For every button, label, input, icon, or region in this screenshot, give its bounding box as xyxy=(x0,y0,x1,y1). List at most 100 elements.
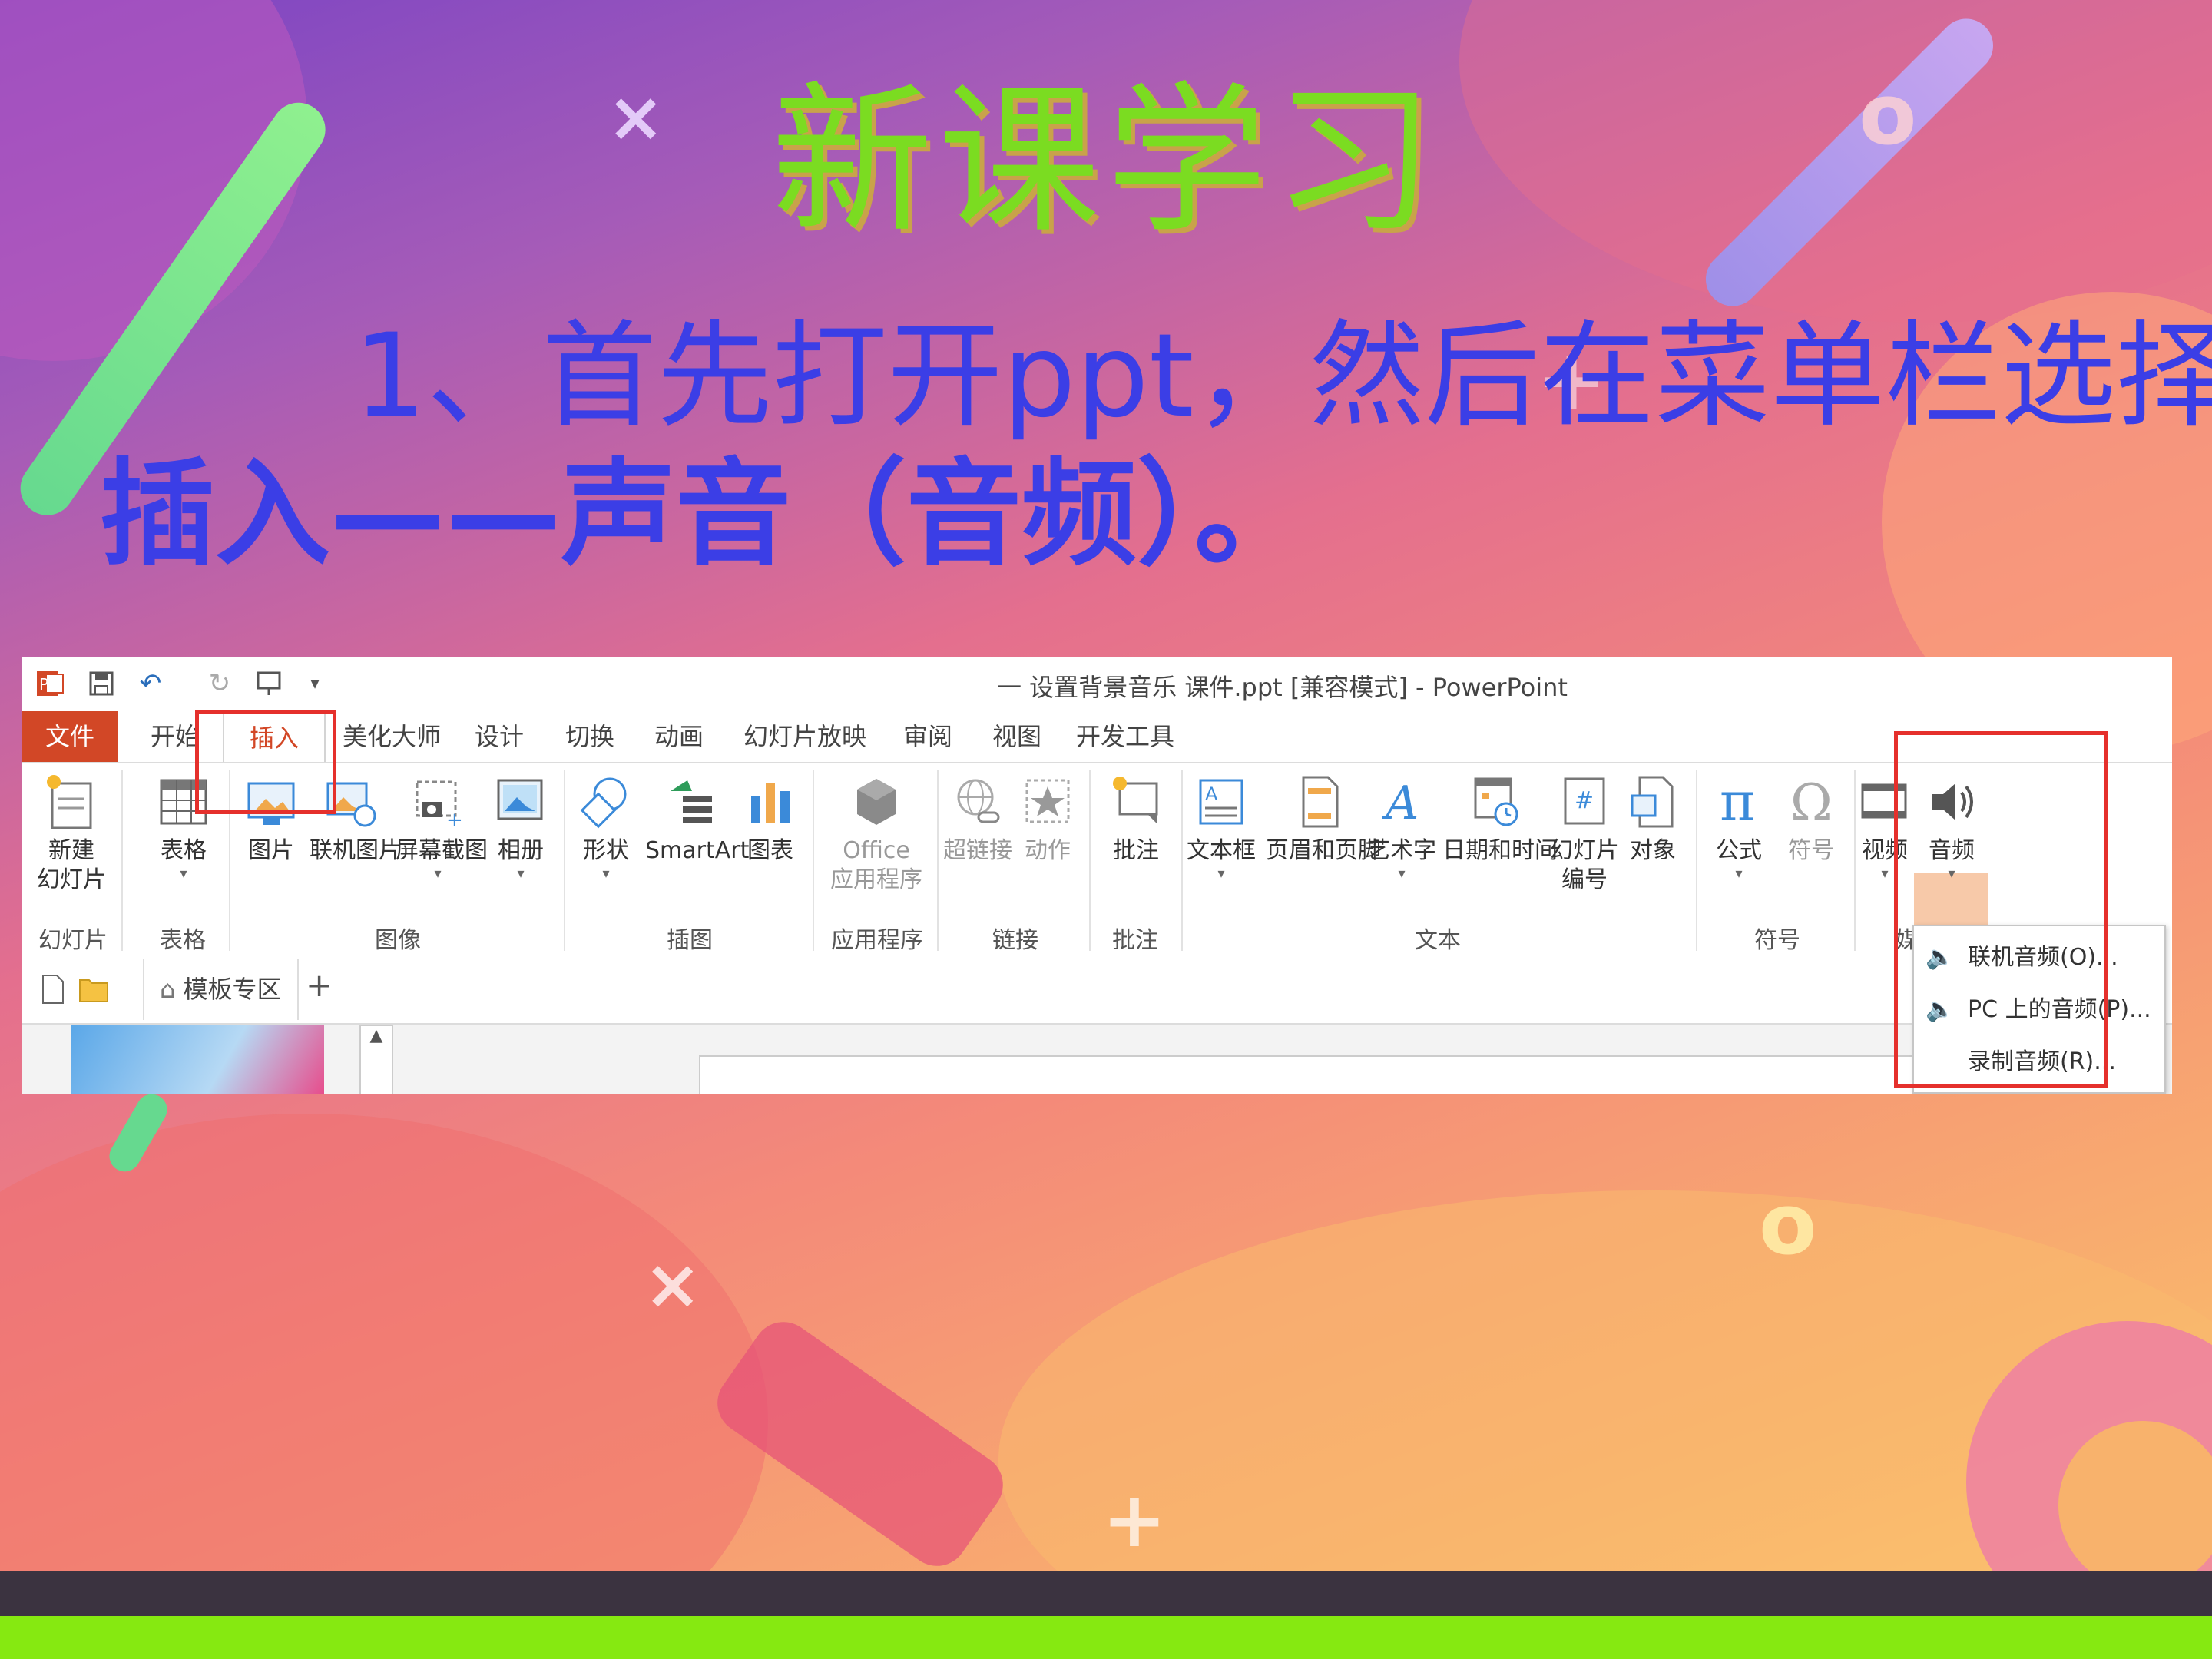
action-label: 动作 xyxy=(1025,837,1071,864)
tab-animations[interactable]: 动画 xyxy=(641,711,717,762)
open-folder-icon[interactable] xyxy=(78,974,109,1011)
hyperlink-button[interactable]: 超链接 xyxy=(937,773,1018,866)
comment-label: 批注 xyxy=(1113,837,1159,864)
textbox-icon: A xyxy=(1199,779,1243,825)
redo-icon[interactable]: ↻ xyxy=(203,667,237,700)
slide-thumbnail[interactable] xyxy=(71,1025,324,1094)
wordart-label: 艺术字 xyxy=(1367,837,1436,864)
tab-file[interactable]: 文件 xyxy=(22,711,118,762)
hyperlink-label: 超链接 xyxy=(943,837,1012,864)
decor-plus: + xyxy=(1102,1475,1167,1565)
datetime-button[interactable]: 日期和时间 xyxy=(1442,773,1558,866)
instruction-line-2: 插入——声音（音频）。 xyxy=(100,448,1310,581)
header-footer-button[interactable]: 页眉和页脚 xyxy=(1266,773,1381,866)
dropdown-caret-icon: ▾ xyxy=(180,866,187,882)
shapes-label: 形状 xyxy=(583,837,629,864)
online-picture-label: 联机图片 xyxy=(310,837,402,864)
smartart-label: SmartArt xyxy=(645,837,750,864)
tab-templates[interactable]: ⌂ 模板专区 xyxy=(143,959,299,1020)
decor-cross: × xyxy=(644,1244,702,1325)
equation-button[interactable]: π 公式 ▾ xyxy=(1700,773,1777,882)
office-apps-icon xyxy=(857,779,896,825)
group-label-images: 图像 xyxy=(375,927,421,954)
decor-ring: o xyxy=(1759,1175,1817,1273)
tab-beautify[interactable]: 美化大师 xyxy=(338,711,445,762)
wordart-button[interactable]: A 艺术字 ▾ xyxy=(1359,773,1444,882)
picture-label: 图片 xyxy=(248,837,294,864)
tab-developer[interactable]: 开发工具 xyxy=(1068,711,1183,762)
slide-canvas[interactable] xyxy=(699,1055,2008,1094)
tab-transitions[interactable]: 切换 xyxy=(551,711,628,762)
object-label: 对象 xyxy=(1630,837,1676,864)
album-button[interactable]: 相册 ▾ xyxy=(478,773,563,882)
symbol-button[interactable]: Ω 符号 xyxy=(1773,773,1849,866)
tab-view[interactable]: 视图 xyxy=(979,711,1055,762)
chart-button[interactable]: 图表 xyxy=(732,773,809,866)
screenshot-button[interactable]: + 屏幕截图 ▾ xyxy=(396,773,488,882)
dropdown-caret-icon: ▾ xyxy=(1217,866,1225,882)
office-apps-button[interactable]: Office 应用程序 xyxy=(819,773,934,894)
screenshot-icon: + xyxy=(416,780,463,831)
dropdown-caret-icon: ▾ xyxy=(1735,866,1743,882)
pi-icon: π xyxy=(1720,773,1755,831)
group-label-slides: 幻灯片 xyxy=(38,927,108,954)
svg-text:#: # xyxy=(1575,787,1594,814)
album-label: 相册 xyxy=(498,837,544,864)
object-button[interactable]: 对象 xyxy=(1613,773,1693,866)
scrollbar[interactable]: ▲ xyxy=(359,1025,393,1094)
hyperlink-icon xyxy=(957,779,1000,823)
action-icon xyxy=(1025,779,1070,823)
new-slide-button[interactable]: 新建 幻灯片 xyxy=(29,773,114,894)
comment-button[interactable]: 批注 xyxy=(1094,773,1178,866)
presentation-icon[interactable] xyxy=(252,667,286,700)
group-separator xyxy=(121,770,123,951)
group-label-apps: 应用程序 xyxy=(831,927,923,954)
smartart-icon xyxy=(671,780,712,823)
symbol-label: 符号 xyxy=(1788,837,1834,864)
equation-label: 公式 xyxy=(1716,837,1762,864)
new-document-icon[interactable] xyxy=(40,974,66,1011)
tab-design[interactable]: 设计 xyxy=(461,711,538,762)
object-icon xyxy=(1631,776,1674,828)
screenshot-label: 屏幕截图 xyxy=(396,837,488,864)
slide-instruction: 1、首先打开ppt，然后在菜单栏选择 插入——声音（音频）。 xyxy=(100,307,2212,584)
group-separator xyxy=(1696,770,1697,951)
slide-number-icon: # xyxy=(1564,777,1605,825)
svg-text:π: π xyxy=(1720,773,1755,831)
slide-number-label-2: 编号 xyxy=(1561,866,1608,893)
shapes-icon xyxy=(580,777,627,829)
bottom-bar-dark xyxy=(0,1571,2212,1616)
slide-title: 新课学习 xyxy=(770,67,1441,255)
ribbon-insert: 新建 幻灯片 表格 ▾ 图片 联机图片 + 屏幕截图 ▾ 相册 ▾ 图像 形状 … xyxy=(22,762,2172,1026)
templates-label: 模板专区 xyxy=(183,975,282,1004)
action-button[interactable]: 动作 xyxy=(1009,773,1086,866)
group-label-text: 文本 xyxy=(1415,927,1461,954)
wordart-icon: A xyxy=(1382,777,1419,830)
svg-text:Ω: Ω xyxy=(1790,773,1833,831)
new-slide-icon xyxy=(47,775,92,830)
group-label-links: 链接 xyxy=(992,927,1038,954)
undo-icon[interactable]: ↶ xyxy=(134,667,167,700)
comment-icon xyxy=(1113,777,1158,823)
tab-review[interactable]: 审阅 xyxy=(889,711,966,762)
svg-text:A: A xyxy=(1382,777,1419,830)
album-icon xyxy=(497,779,543,820)
textbox-button[interactable]: A 文本框 ▾ xyxy=(1181,773,1261,882)
table-label: 表格 xyxy=(161,837,207,864)
customize-icon[interactable]: ▾ xyxy=(298,667,332,700)
group-separator xyxy=(813,770,814,951)
group-label-illustrations: 插图 xyxy=(667,927,713,954)
scroll-up-icon[interactable]: ▲ xyxy=(361,1026,392,1045)
highlight-audio-menu xyxy=(1894,731,2108,1088)
smartart-button[interactable]: SmartArt xyxy=(645,773,750,866)
tab-slideshow[interactable]: 幻灯片放映 xyxy=(728,711,882,762)
omega-icon: Ω xyxy=(1790,773,1833,831)
add-tab-button[interactable]: + xyxy=(306,966,333,1004)
header-footer-icon xyxy=(1302,776,1339,828)
powerpoint-screenshot: P ↶ ↻ ▾ 一 设置背景音乐 课件.ppt [兼容模式] - PowerPo… xyxy=(22,657,2172,1094)
shapes-button[interactable]: 形状 ▾ xyxy=(564,773,648,882)
textbox-label: 文本框 xyxy=(1187,837,1256,864)
save-icon[interactable] xyxy=(84,667,118,700)
quick-access-toolbar: P ↶ ↻ ▾ 一 设置背景音乐 课件.ppt [兼容模式] - PowerPo… xyxy=(22,657,2172,711)
datetime-label: 日期和时间 xyxy=(1442,837,1558,864)
